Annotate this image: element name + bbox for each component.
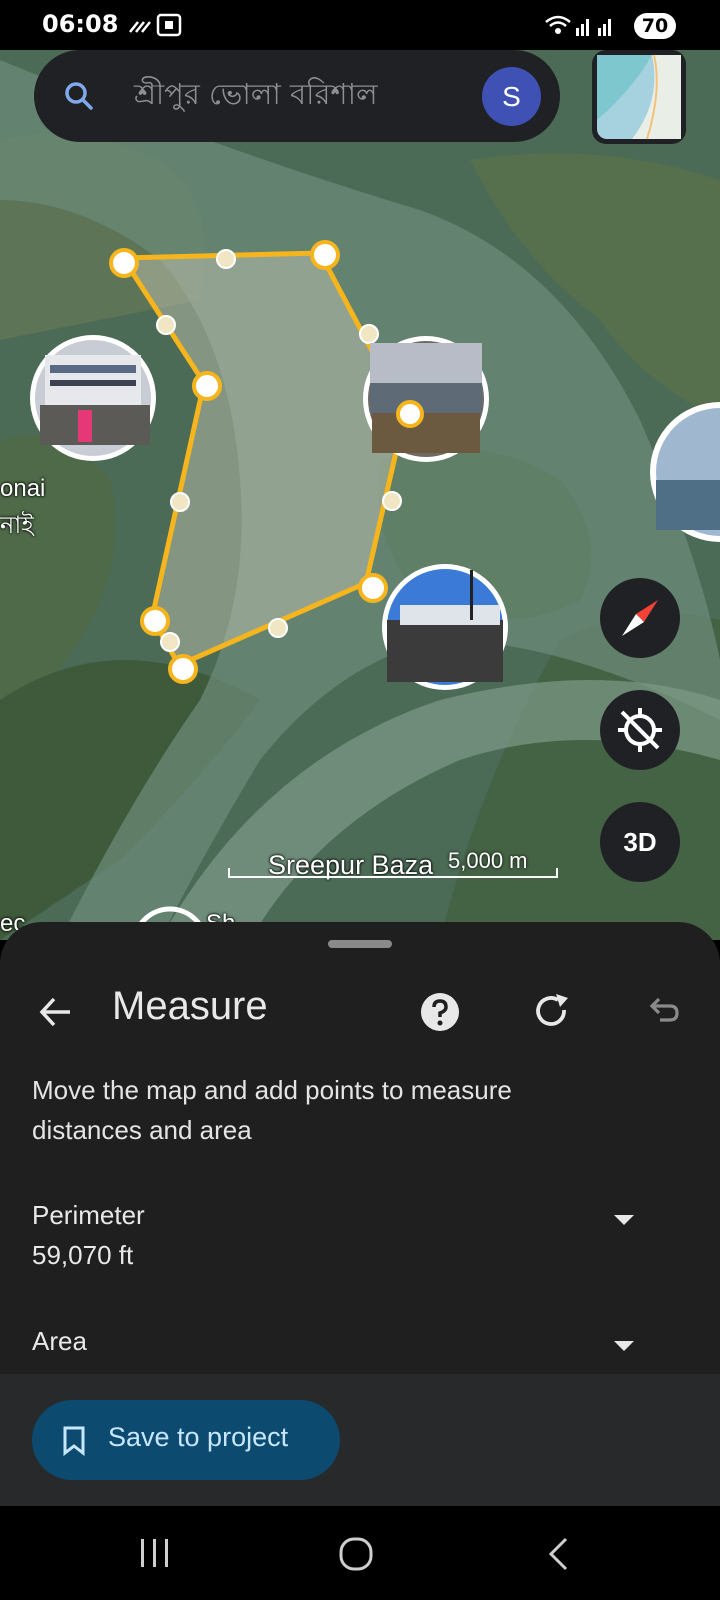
scale-bar xyxy=(228,868,558,878)
compass-button[interactable] xyxy=(600,578,680,658)
save-to-project-label: Save to project xyxy=(108,1422,289,1452)
measure-vertex[interactable] xyxy=(192,371,222,401)
map-layer-preview-icon xyxy=(597,54,681,140)
measure-vertex[interactable] xyxy=(140,606,170,636)
sheet-description: Move the map and add points to measure d… xyxy=(32,1075,512,1145)
area-unit-dropdown[interactable] xyxy=(612,1338,636,1357)
system-nav-bar xyxy=(0,1506,720,1600)
chevron-down-icon xyxy=(614,1215,634,1225)
measure-vertex[interactable] xyxy=(168,654,198,684)
location-off-icon xyxy=(618,708,662,752)
sheet-title: Measure xyxy=(112,984,268,1028)
photo-thumbnail-ferry[interactable] xyxy=(363,336,489,462)
back-nav-button[interactable] xyxy=(546,1536,570,1576)
back-button[interactable] xyxy=(36,992,76,1036)
status-time: 06:08 xyxy=(42,10,119,38)
my-location-button[interactable] xyxy=(600,690,680,770)
satellite-map[interactable]: onai নাই Sreepur Baza ec Sh 5,000 m 3D xyxy=(0,50,720,940)
map-imagery[interactable] xyxy=(0,50,720,940)
status-bar: 06:08 70 xyxy=(0,0,720,50)
chevron-down-icon xyxy=(614,1341,634,1351)
search-bar[interactable]: শ্রীপুর ভোলা বরিশাল S xyxy=(34,50,560,142)
sheet-drag-handle[interactable] xyxy=(328,940,392,948)
photo-thumbnail-ship[interactable] xyxy=(30,335,156,461)
home-button[interactable] xyxy=(338,1536,374,1576)
undo-button[interactable] xyxy=(644,994,680,1034)
perimeter-label: Perimeter xyxy=(32,1200,145,1230)
measure-midpoint[interactable] xyxy=(160,632,180,652)
home-icon xyxy=(339,1537,373,1571)
measure-vertex[interactable] xyxy=(310,240,340,270)
map-layer-button[interactable] xyxy=(592,50,686,144)
recent-apps-icon xyxy=(141,1539,168,1567)
measure-midpoint[interactable] xyxy=(268,618,288,638)
measure-midpoint[interactable] xyxy=(156,315,176,335)
measure-vertex[interactable] xyxy=(358,573,388,603)
search-icon[interactable] xyxy=(64,81,94,115)
measure-vertex[interactable] xyxy=(109,248,139,278)
status-signal-icons xyxy=(544,12,628,42)
save-to-project-button[interactable]: Save to project xyxy=(32,1400,340,1480)
undo-icon xyxy=(649,997,679,1022)
recent-apps-button[interactable] xyxy=(138,1536,172,1574)
reset-button[interactable] xyxy=(532,992,572,1036)
refresh-icon xyxy=(536,994,568,1026)
bookmark-icon xyxy=(63,1426,85,1456)
place-label: onai xyxy=(0,475,46,502)
measure-midpoint[interactable] xyxy=(382,491,402,511)
perimeter-value: 59,070 ft xyxy=(32,1240,134,1270)
help-button[interactable] xyxy=(420,992,460,1036)
measure-midpoint[interactable] xyxy=(216,249,236,269)
avatar[interactable]: S xyxy=(482,67,541,126)
compass-icon xyxy=(622,600,658,636)
area-label: Area xyxy=(32,1326,87,1356)
sheet-footer: Save to project xyxy=(0,1374,720,1506)
3d-toggle-button[interactable]: 3D xyxy=(600,802,680,882)
battery-indicator: 70 xyxy=(634,13,676,39)
wifi-signal-icons xyxy=(545,15,611,36)
measure-midpoint[interactable] xyxy=(170,492,190,512)
search-input[interactable]: শ্রীপুর ভোলা বরিশাল xyxy=(134,72,378,121)
photo-thumbnail-dock[interactable] xyxy=(382,564,508,690)
measure-vertex[interactable] xyxy=(396,400,424,428)
back-nav-icon xyxy=(548,1537,568,1571)
place-label: নাই xyxy=(0,512,34,539)
perimeter-unit-dropdown[interactable] xyxy=(612,1212,636,1231)
back-arrow-icon xyxy=(39,997,70,1027)
help-icon xyxy=(421,993,459,1031)
notification-icons xyxy=(129,13,182,37)
status-notification-icons xyxy=(128,12,188,42)
measure-midpoint[interactable] xyxy=(359,324,379,344)
